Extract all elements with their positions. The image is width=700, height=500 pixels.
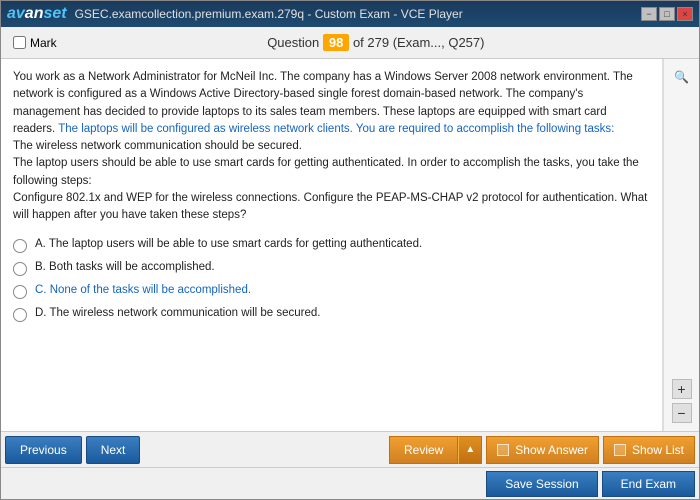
close-button[interactable]: ×	[677, 7, 693, 21]
show-answer-label: Show Answer	[515, 443, 588, 457]
title-bar: avanset GSEC.examcollection.premium.exam…	[1, 1, 699, 27]
show-answer-button[interactable]: Show Answer	[486, 436, 599, 464]
option-b-text: B. Both tasks will be accomplished.	[35, 261, 215, 273]
option-c-text: C. None of the tasks will be accomplishe…	[35, 284, 251, 296]
question-number: 98	[323, 34, 349, 51]
end-exam-button[interactable]: End Exam	[602, 471, 695, 497]
previous-button[interactable]: Previous	[5, 436, 82, 464]
option-c[interactable]: C. None of the tasks will be accomplishe…	[13, 284, 650, 299]
main-window: avanset GSEC.examcollection.premium.exam…	[0, 0, 700, 500]
maximize-button[interactable]: □	[659, 7, 675, 21]
zoom-out-button[interactable]: −	[672, 403, 692, 423]
review-button[interactable]: Review	[389, 436, 458, 464]
radio-d[interactable]	[13, 308, 27, 322]
content-area: You work as a Network Administrator for …	[1, 59, 699, 431]
option-d[interactable]: D. The wireless network communication wi…	[13, 307, 650, 322]
question-header: Mark Question 98 of 279 (Exam..., Q257)	[1, 27, 699, 59]
radio-b[interactable]	[13, 262, 27, 276]
title-bar-left: avanset GSEC.examcollection.premium.exam…	[7, 5, 463, 23]
radio-c[interactable]	[13, 285, 27, 299]
window-controls[interactable]: − □ ×	[641, 7, 693, 21]
show-list-button[interactable]: Show List	[603, 436, 695, 464]
mark-checkbox-container[interactable]: Mark	[13, 36, 57, 50]
show-answer-checkbox-icon	[497, 444, 509, 456]
show-list-checkbox-icon	[614, 444, 626, 456]
question-text: You work as a Network Administrator for …	[13, 69, 650, 224]
minimize-button[interactable]: −	[641, 7, 657, 21]
question-number-area: Question 98 of 279 (Exam..., Q257)	[65, 34, 687, 51]
option-b[interactable]: B. Both tasks will be accomplished.	[13, 261, 650, 276]
review-button-group: Review ▲	[389, 436, 482, 464]
window-title: GSEC.examcollection.premium.exam.279q - …	[75, 7, 463, 21]
logo: avanset	[7, 5, 67, 23]
save-session-button[interactable]: Save Session	[486, 471, 597, 497]
bottom-toolbar-1: Previous Next Review ▲ Show Answer Show …	[1, 431, 699, 467]
mark-checkbox[interactable]	[13, 36, 26, 49]
option-a-text: A. The laptop users will be able to use …	[35, 238, 422, 250]
show-list-label: Show List	[632, 443, 684, 457]
question-content: You work as a Network Administrator for …	[1, 59, 663, 431]
bottom-toolbar-2: Save Session End Exam	[1, 467, 699, 499]
zoom-in-button[interactable]: +	[672, 379, 692, 399]
mark-label: Mark	[30, 36, 57, 50]
radio-a[interactable]	[13, 239, 27, 253]
exam-info: (Exam..., Q257)	[393, 35, 485, 50]
answer-options: A. The laptop users will be able to use …	[13, 238, 650, 322]
right-sidebar: 🔍 + −	[663, 59, 699, 431]
search-icon[interactable]: 🔍	[672, 67, 692, 87]
option-a[interactable]: A. The laptop users will be able to use …	[13, 238, 650, 253]
next-button[interactable]: Next	[86, 436, 141, 464]
question-total: of 279	[353, 35, 389, 50]
review-dropdown-arrow[interactable]: ▲	[458, 436, 482, 464]
option-d-text: D. The wireless network communication wi…	[35, 307, 320, 319]
